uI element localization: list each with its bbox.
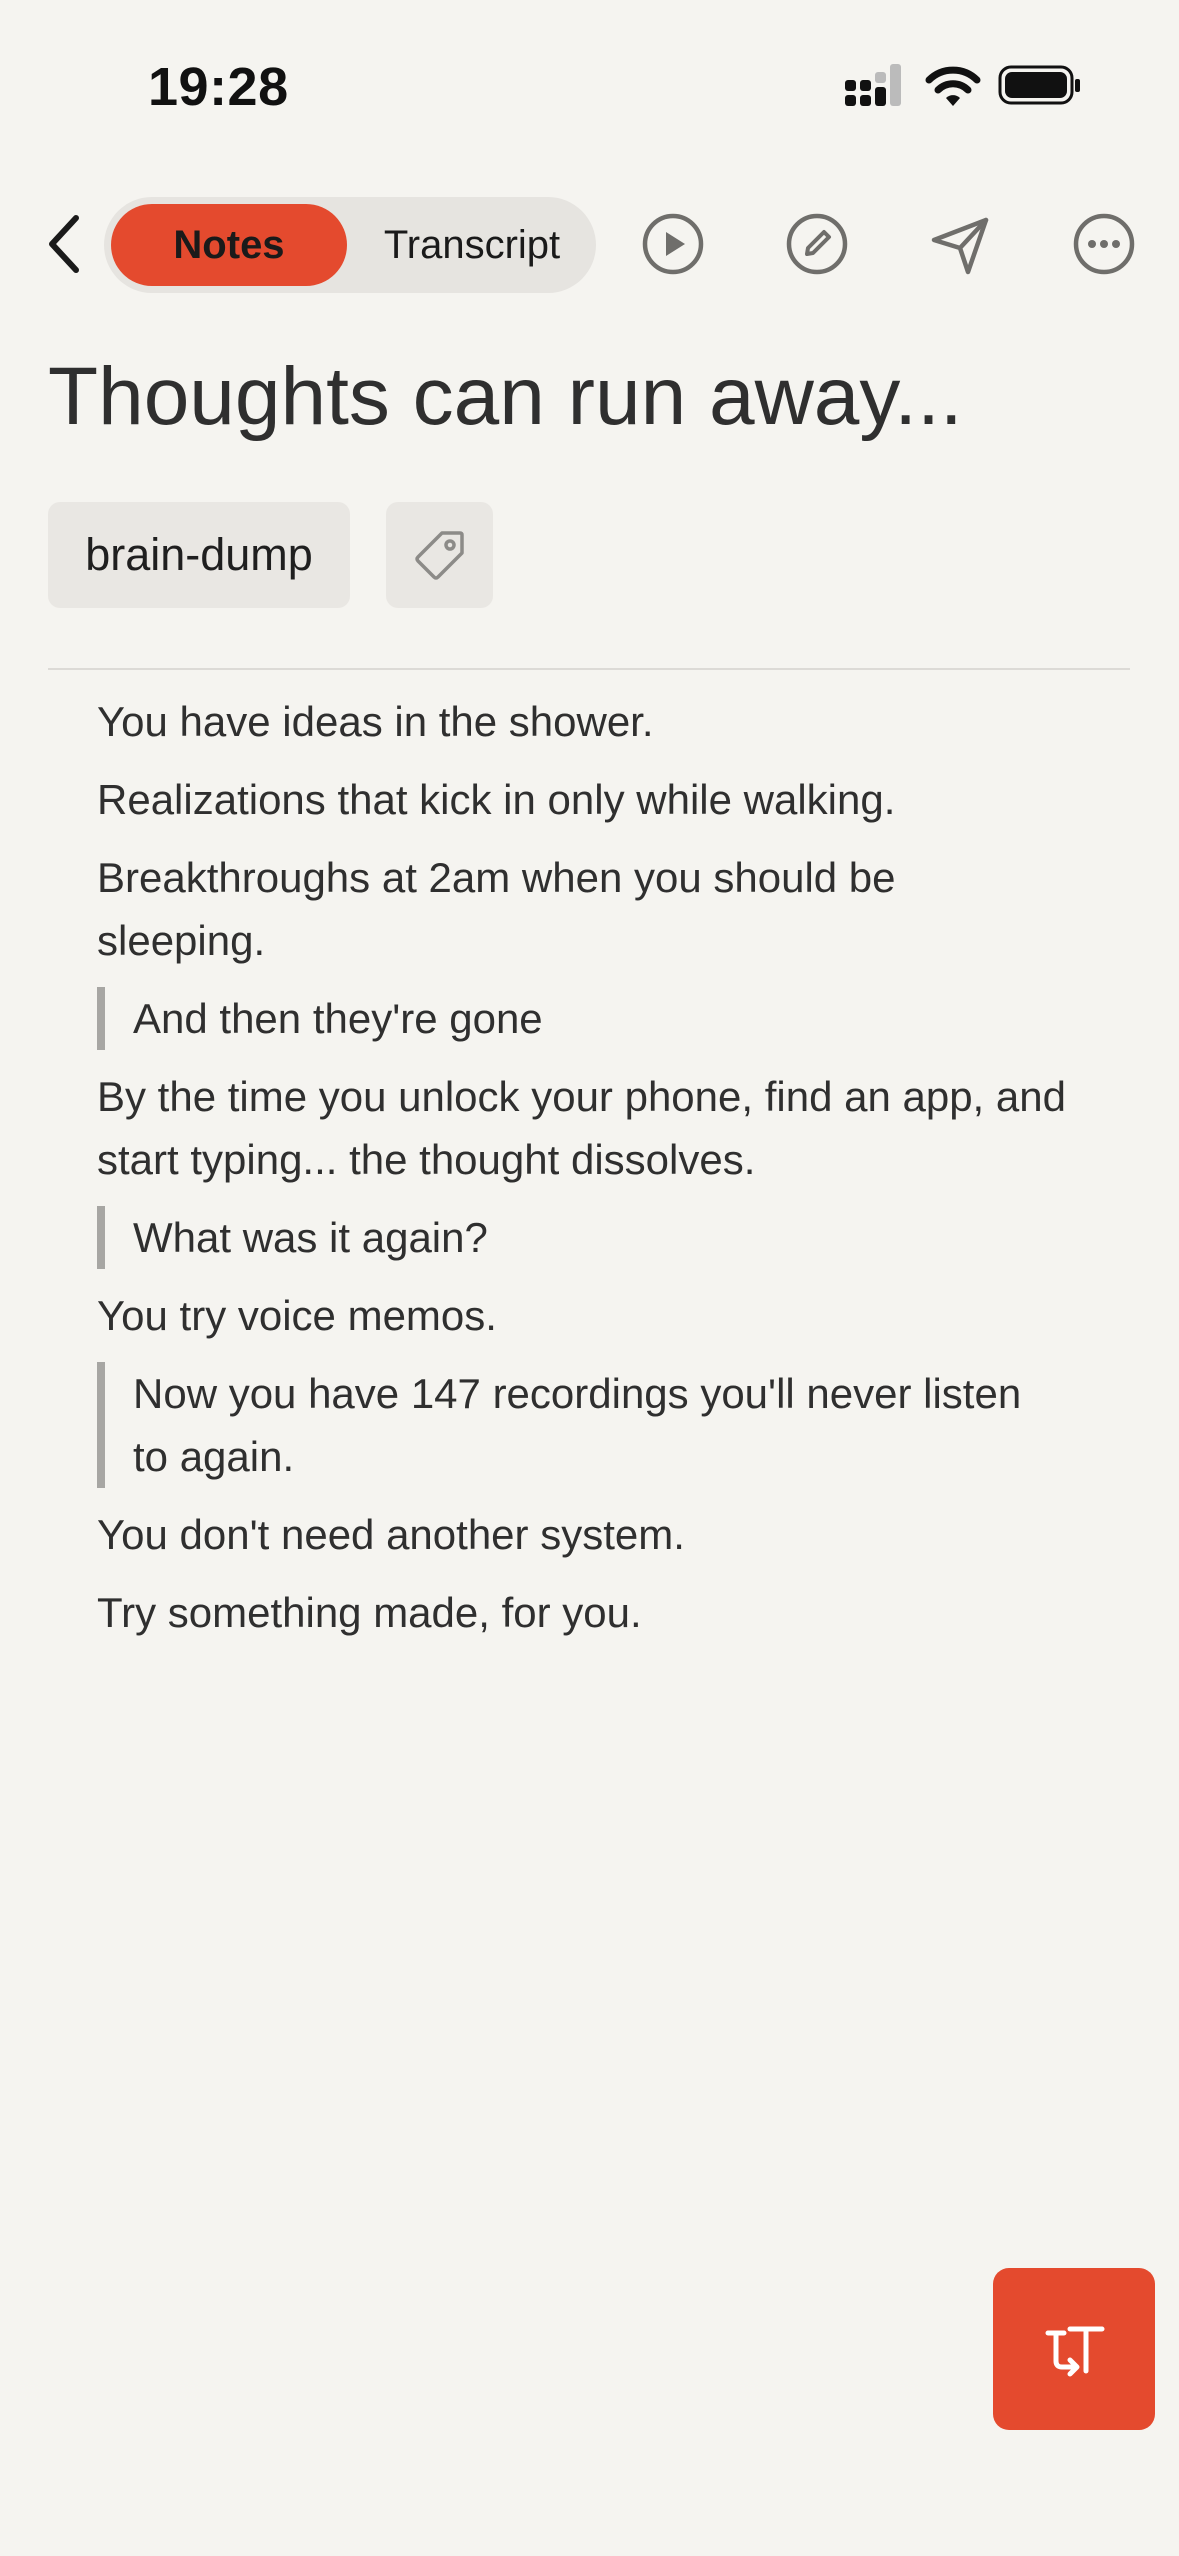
note-paragraph: Realizations that kick in only while wal…: [97, 776, 896, 823]
note-paragraph: By the time you unlock your phone, find …: [97, 1073, 1066, 1183]
cellular-signal-icon: [845, 64, 1080, 106]
play-icon: [642, 213, 704, 275]
divider: [48, 668, 1130, 670]
note-paragraph: Try something made, for you.: [97, 1589, 642, 1636]
note-paragraph: You don't need another system.: [97, 1511, 685, 1558]
edit-icon: [786, 213, 848, 275]
note-blockquote: What was it again?: [97, 1206, 1097, 1269]
send-icon: [931, 217, 989, 275]
format-button[interactable]: [993, 2268, 1155, 2430]
add-tag-button[interactable]: [386, 502, 493, 608]
wifi-icon: [925, 66, 981, 106]
text-format-icon: [1045, 2326, 1105, 2377]
note-blockquote: Now you have 147 recordings you'll never…: [97, 1362, 1033, 1488]
tab-transcript[interactable]: Transcript: [354, 204, 590, 286]
note-paragraph: You try voice memos.: [97, 1292, 497, 1339]
send-button[interactable]: [924, 208, 996, 280]
view-toggle: Notes Transcript: [104, 197, 596, 293]
status-icons: [843, 60, 1083, 114]
play-button[interactable]: [637, 208, 709, 280]
note-blockquote: And then they're gone: [97, 987, 1097, 1050]
note-screen: 19:28 Notes Transcript Thoughts can run …: [0, 0, 1179, 2556]
back-chevron-icon: [49, 215, 79, 273]
note-paragraph: Breakthroughs at 2am when you should be …: [97, 854, 896, 964]
battery-icon: [998, 65, 1080, 105]
tag-chip[interactable]: brain-dump: [48, 502, 350, 608]
more-icon: [1073, 213, 1135, 275]
edit-button[interactable]: [781, 208, 853, 280]
tab-notes[interactable]: Notes: [111, 204, 347, 286]
note-paragraph: You have ideas in the shower.: [97, 698, 654, 745]
note-title[interactable]: Thoughts can run away...: [48, 350, 963, 444]
status-time: 19:28: [148, 57, 289, 117]
more-button[interactable]: [1068, 208, 1140, 280]
back-button[interactable]: [40, 208, 94, 280]
tag-icon: [414, 531, 464, 580]
note-body[interactable]: You have ideas in the shower. Realizatio…: [97, 690, 1097, 1659]
